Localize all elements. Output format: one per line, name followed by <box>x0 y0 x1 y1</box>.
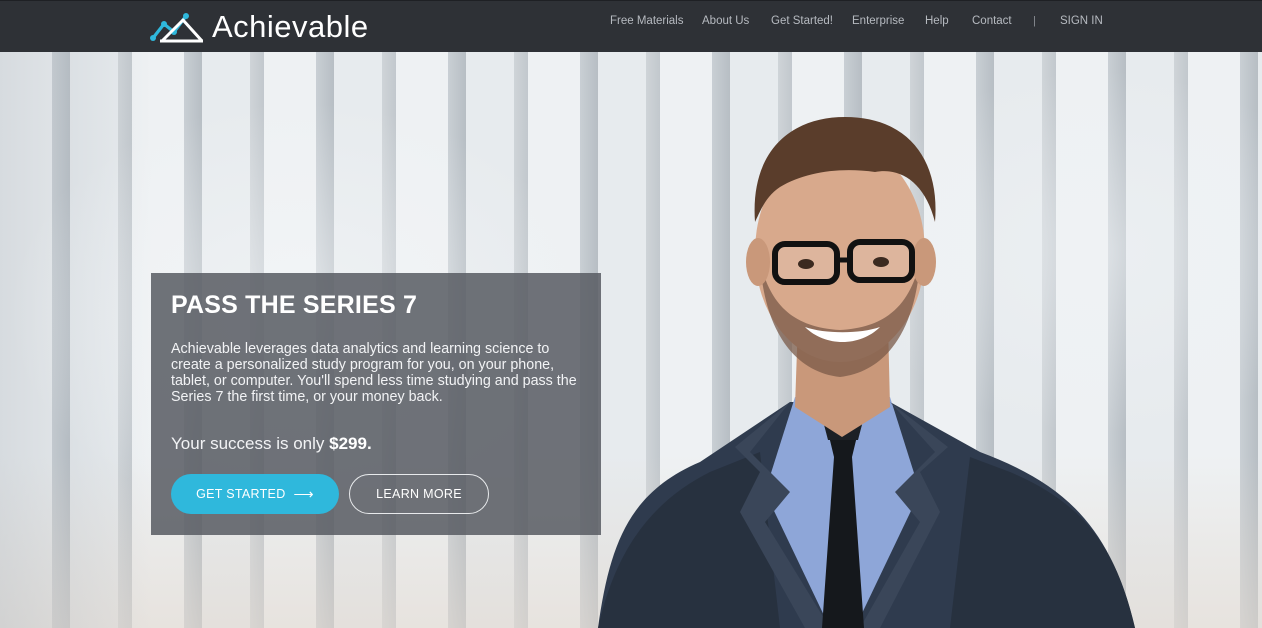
nav-help[interactable]: Help <box>925 15 949 27</box>
hero-title: PASS THE SERIES 7 <box>171 291 418 319</box>
hero-person-image <box>598 117 1135 628</box>
arrow-right-icon: ⟶ <box>293 485 314 502</box>
nav-separator: | <box>1033 15 1036 27</box>
price-value: $299. <box>329 434 372 453</box>
get-started-button[interactable]: GET STARTED ⟶ <box>171 474 339 514</box>
nav-free-materials[interactable]: Free Materials <box>610 15 684 27</box>
price-prefix: Your success is only <box>171 434 330 453</box>
nav-get-started[interactable]: Get Started! <box>771 15 833 27</box>
nav-about-us[interactable]: About Us <box>702 15 749 27</box>
hero-card: PASS THE SERIES 7 Achievable leverages d… <box>151 273 601 535</box>
get-started-label: GET STARTED <box>196 487 286 501</box>
top-navigation-bar: Achievable Free Materials About Us Get S… <box>0 0 1262 52</box>
learn-more-button[interactable]: LEARN MORE <box>349 474 489 514</box>
nav-sign-in[interactable]: SIGN IN <box>1060 15 1103 27</box>
hero-description: Achievable leverages data analytics and … <box>171 341 577 405</box>
hero-section: PASS THE SERIES 7 Achievable leverages d… <box>0 52 1262 628</box>
nav-enterprise[interactable]: Enterprise <box>852 15 904 27</box>
price-text: Your success is only $299. <box>171 434 372 454</box>
nav-contact[interactable]: Contact <box>972 15 1012 27</box>
main-nav: Free Materials About Us Get Started! Ent… <box>0 15 1262 31</box>
learn-more-label: LEARN MORE <box>376 487 462 501</box>
